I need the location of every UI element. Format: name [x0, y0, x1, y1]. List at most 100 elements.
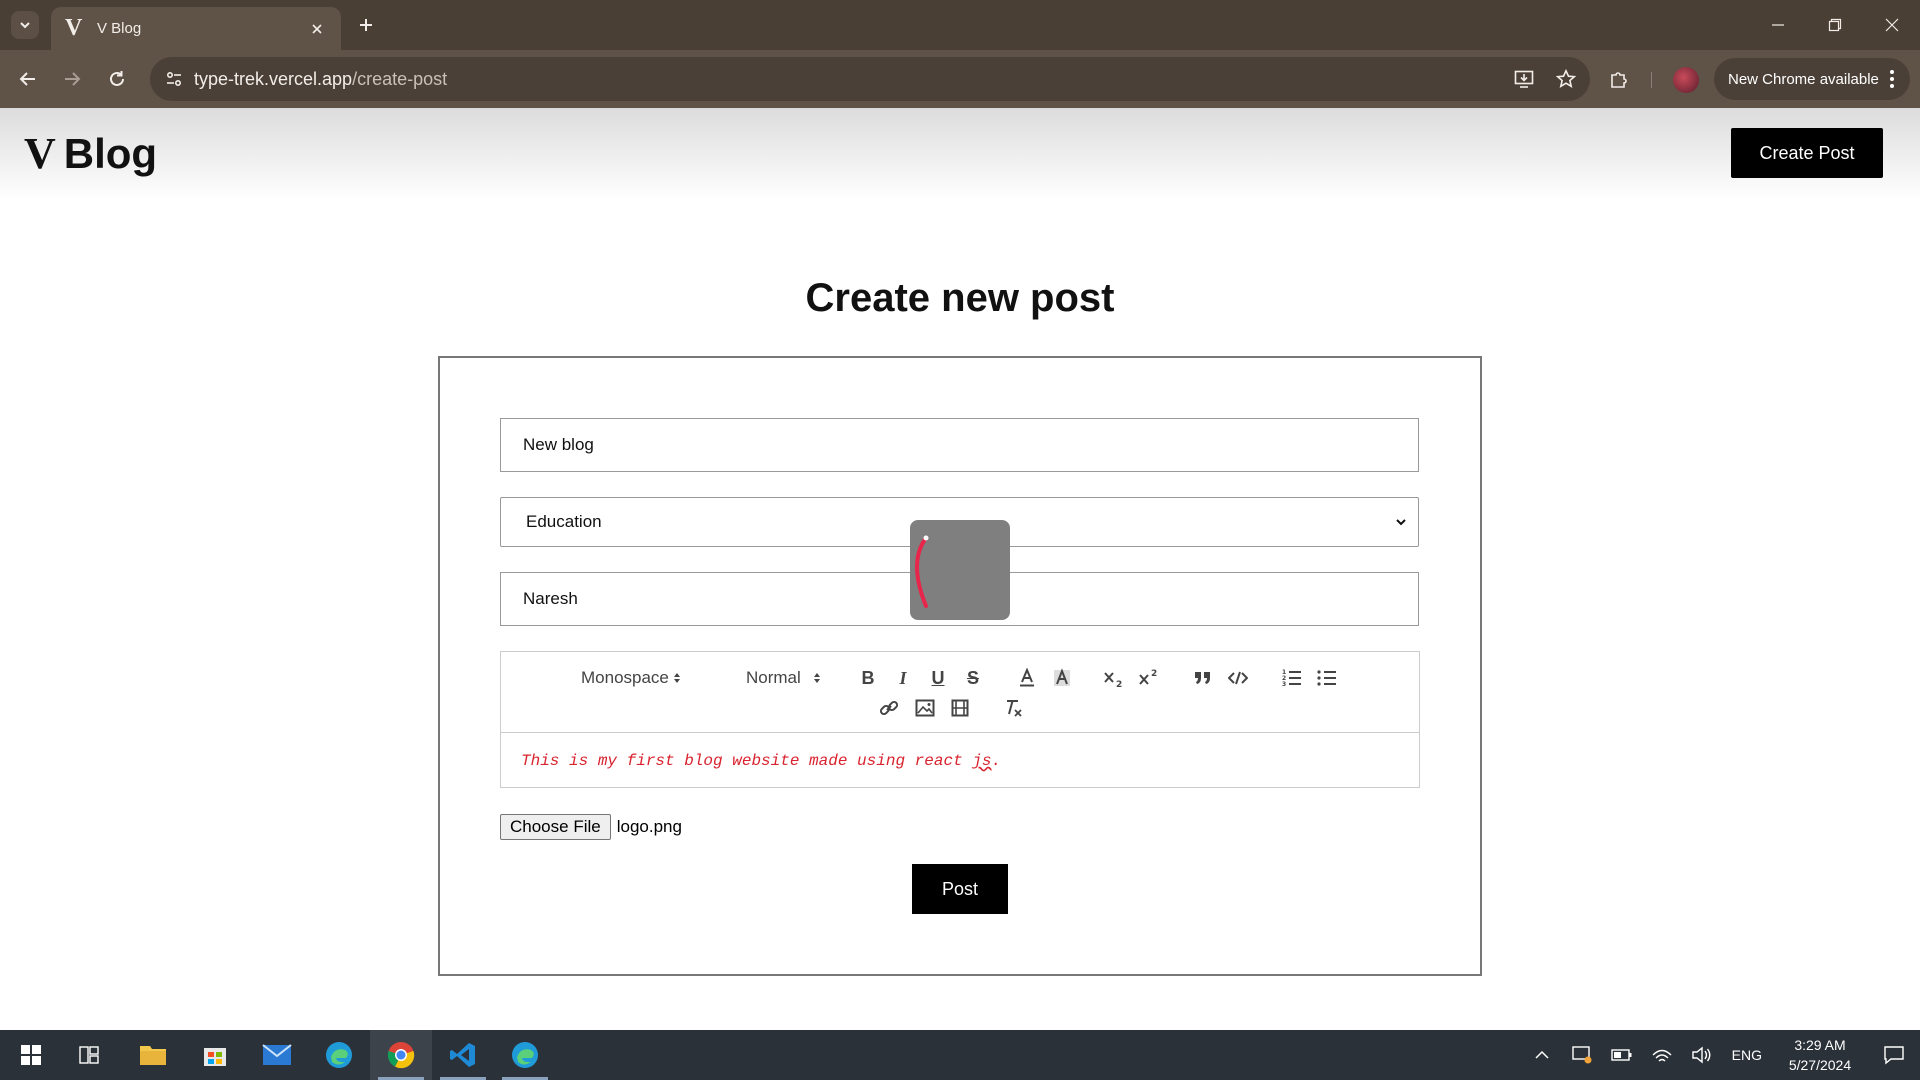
site-info-button[interactable]	[154, 57, 194, 101]
task-view-button[interactable]	[58, 1030, 120, 1080]
bold-button[interactable]: B	[855, 665, 881, 691]
choose-file-button[interactable]: Choose File	[500, 814, 611, 840]
background-color-button[interactable]	[1049, 665, 1075, 691]
ordered-list-icon: 123	[1282, 669, 1301, 687]
post-button[interactable]: Post	[912, 864, 1008, 914]
task-view-icon	[79, 1046, 99, 1064]
code-icon	[1228, 671, 1248, 685]
author-input-value: Naresh	[523, 589, 578, 608]
page-title: Create new post	[805, 276, 1115, 320]
bookmark-button[interactable]	[1552, 65, 1580, 93]
svg-text:2: 2	[1116, 680, 1122, 688]
start-button[interactable]	[0, 1030, 62, 1080]
rich-text-editor: Monospace Normal B I U S 2 2 1 2 3 This …	[500, 651, 1420, 788]
clear-format-button[interactable]	[1001, 695, 1027, 721]
category-select-value: Education	[526, 512, 602, 531]
battery-tray-button[interactable]	[1602, 1030, 1642, 1080]
image-button[interactable]	[912, 695, 938, 721]
strikethrough-icon: S	[966, 667, 979, 688]
video-button[interactable]	[947, 695, 973, 721]
text-color-button[interactable]	[1014, 665, 1040, 691]
plus-icon	[360, 19, 372, 31]
taskbar-vscode[interactable]	[432, 1030, 494, 1080]
close-icon	[312, 23, 322, 34]
italic-button[interactable]: I	[890, 665, 916, 691]
underline-button[interactable]: U	[925, 665, 951, 691]
install-app-button[interactable]	[1510, 65, 1538, 93]
back-button[interactable]	[14, 65, 42, 93]
star-icon	[1556, 69, 1576, 88]
browser-tab[interactable]: V V Blog	[51, 7, 341, 50]
vscode-icon	[450, 1043, 475, 1067]
title-input[interactable]: New blog	[500, 418, 1419, 472]
profile-avatar[interactable]	[1673, 67, 1699, 93]
superscript-button[interactable]: 2	[1136, 665, 1162, 691]
code-block-button[interactable]	[1225, 665, 1251, 691]
update-chrome-button[interactable]: New Chrome available	[1714, 58, 1910, 100]
minimize-button[interactable]	[1749, 0, 1806, 50]
editor-text-misspelled: js	[972, 752, 992, 770]
title-input-value: New blog	[523, 435, 594, 454]
network-tray-button[interactable]	[1642, 1030, 1682, 1080]
sort-icon	[813, 673, 820, 683]
tab-search-button[interactable]	[11, 11, 39, 39]
svg-text:3: 3	[1282, 681, 1286, 687]
spinner-arc-icon	[915, 535, 929, 608]
edge-icon	[512, 1042, 538, 1068]
site-logo[interactable]: V Blog	[24, 128, 157, 179]
strike-button[interactable]: S	[960, 665, 986, 691]
file-upload: Choose File logo.png	[500, 814, 682, 840]
bullet-list-button[interactable]	[1314, 665, 1340, 691]
extensions-button[interactable]	[1605, 65, 1633, 93]
window-controls	[1749, 0, 1920, 50]
chevron-down-icon	[20, 22, 30, 29]
loading-spinner	[910, 520, 1010, 620]
notifications-button[interactable]	[1868, 1030, 1920, 1080]
new-tab-button[interactable]	[353, 12, 379, 38]
wifi-icon	[1652, 1049, 1672, 1062]
volume-tray-button[interactable]	[1682, 1030, 1722, 1080]
create-post-button[interactable]: Create Post	[1731, 128, 1883, 178]
clear-format-icon	[1007, 700, 1022, 717]
text-color-icon	[1020, 668, 1034, 687]
language-indicator[interactable]: ENG	[1722, 1047, 1772, 1063]
link-button[interactable]	[876, 695, 902, 721]
security-tray-button[interactable]	[1562, 1030, 1602, 1080]
quote-icon	[1195, 672, 1210, 684]
windows-logo-icon	[21, 1045, 41, 1065]
font-family-value: Monospace	[581, 668, 669, 687]
window-close-button[interactable]	[1863, 0, 1920, 50]
clock[interactable]: 3:29 AM 5/27/2024	[1772, 1035, 1868, 1075]
bold-icon: B	[861, 667, 875, 688]
taskbar-store[interactable]	[184, 1030, 246, 1080]
arrow-right-icon	[65, 72, 81, 86]
subscript-button[interactable]: 2	[1101, 665, 1127, 691]
blockquote-button[interactable]	[1190, 665, 1216, 691]
taskbar-chrome[interactable]	[370, 1030, 432, 1080]
editor-text-end: .	[991, 752, 1002, 770]
chrome-icon	[387, 1042, 415, 1069]
font-family-select[interactable]: Monospace	[581, 665, 681, 691]
editor-content[interactable]: This is my first blog website made using…	[521, 752, 1001, 770]
taskbar-edge-2[interactable]	[494, 1030, 556, 1080]
url-path: /create-post	[352, 68, 448, 89]
chevron-down-icon	[1396, 519, 1406, 526]
clock-date: 5/27/2024	[1788, 1057, 1852, 1073]
folder-icon	[140, 1046, 166, 1065]
taskbar-edge[interactable]	[308, 1030, 370, 1080]
taskbar-file-explorer[interactable]	[122, 1030, 184, 1080]
tab-close-button[interactable]	[307, 19, 327, 39]
ordered-list-button[interactable]: 123	[1279, 665, 1305, 691]
toolbar-divider	[1651, 72, 1652, 88]
show-hidden-icons-button[interactable]	[1522, 1030, 1562, 1080]
edge-icon	[326, 1042, 352, 1068]
reload-button[interactable]	[103, 65, 131, 93]
subscript-icon: 2	[1104, 672, 1122, 688]
font-size-select[interactable]: Normal	[746, 665, 821, 691]
forward-button[interactable]	[58, 65, 86, 93]
address-bar[interactable]: type-trek.vercel.app/create-post	[150, 57, 1590, 101]
restore-button[interactable]	[1806, 0, 1863, 50]
taskbar-mail[interactable]	[246, 1030, 308, 1080]
url-text: type-trek.vercel.app/create-post	[194, 69, 447, 90]
install-icon	[1514, 70, 1534, 88]
